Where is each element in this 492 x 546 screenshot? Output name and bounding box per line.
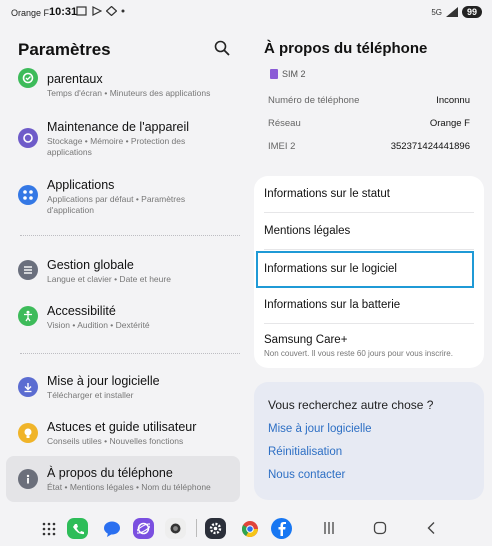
notification-icons (76, 6, 125, 16)
info-key: IMEI 2 (268, 141, 296, 152)
settings-item-title: Astuces et guide utilisateur (47, 420, 197, 434)
help-link-contact[interactable]: Nous contacter (268, 469, 345, 481)
internet-icon[interactable] (133, 518, 154, 539)
battery-indicator: 99 (461, 6, 482, 18)
help-link-software-update[interactable]: Mise à jour logicielle (268, 423, 372, 435)
help-card: Vous recherchez autre chose ? Mise à jou… (254, 382, 484, 500)
general-management-icon (18, 260, 38, 280)
menu-item-legal[interactable]: Mentions légales (264, 225, 474, 237)
info-row-phone-number: Numéro de téléphone Inconnu (268, 95, 470, 106)
settings-item-subtitle: Conseils utiles • Nouvelles fonctions (47, 436, 184, 446)
settings-item-title: Gestion globale (47, 258, 134, 272)
menu-item-battery-info[interactable]: Informations sur la batterie (264, 299, 474, 311)
chrome-icon[interactable] (239, 518, 260, 539)
settings-item-subtitle: Temps d'écran • Minuteurs des applicatio… (47, 88, 211, 98)
info-row-imei: IMEI 2 352371424441896 (268, 141, 470, 152)
menu-item-label: Samsung Care+ (264, 334, 348, 346)
settings-item-subtitle: Stockage • Mémoire • Protection des appl… (47, 136, 186, 157)
apps-icon (18, 185, 38, 205)
recent-apps-button[interactable] (322, 521, 336, 540)
settings-item-accessibility[interactable]: Accessibilité Vision • Audition • Dextér… (6, 300, 240, 334)
settings-item-title: Maintenance de l'appareil (47, 120, 190, 134)
section-divider (20, 235, 240, 236)
back-icon (427, 522, 435, 534)
section-divider (20, 353, 240, 354)
settings-item-subtitle: Télécharger et installer (47, 390, 134, 400)
search-button[interactable] (214, 40, 232, 58)
apps-grid-icon[interactable] (38, 518, 59, 539)
menu-separator (264, 249, 474, 250)
sim-card-icon (270, 69, 278, 79)
network-label: 5G (431, 7, 442, 17)
settings-item-about-phone[interactable]: À propos du téléphone État • Mentions lé… (6, 456, 240, 502)
menu-separator (264, 212, 474, 213)
more-dot-icon (121, 9, 125, 13)
settings-item-subtitle: Langue et clavier • Date et heure (47, 274, 171, 284)
menu-item-status[interactable]: Informations sur le statut (264, 188, 474, 200)
settings-item-title: Mise à jour logicielle (47, 374, 160, 388)
menu-item-samsung-care[interactable]: Samsung Care+ Non couvert. Il vous reste… (264, 334, 474, 358)
settings-item-parental[interactable]: parentaux Temps d'écran • Minuteurs des … (6, 64, 240, 104)
menu-item-subtitle: Non couvert. Il vous reste 60 jours pour… (264, 349, 453, 358)
phone-icon[interactable] (67, 518, 88, 539)
tips-icon (18, 423, 38, 443)
page-title: À propos du téléphone (264, 40, 428, 57)
info-row-network: Réseau Orange F (268, 118, 470, 129)
settings-icon[interactable] (205, 518, 226, 539)
camera-icon[interactable] (165, 518, 186, 539)
clock: 10:31 (49, 6, 78, 18)
settings-item-maintenance[interactable]: Maintenance de l'appareil Stockage • Mém… (6, 116, 240, 162)
settings-item-subtitle: État • Mentions légales • Nom du télépho… (47, 482, 211, 492)
facebook-icon[interactable] (271, 518, 292, 539)
settings-item-applications[interactable]: Applications Applications par défaut • P… (6, 174, 240, 220)
signal-icon (445, 7, 458, 17)
settings-item-subtitle: Vision • Audition • Dextérité (47, 320, 150, 330)
info-value: Orange F (429, 118, 470, 129)
messages-icon[interactable] (101, 518, 122, 539)
settings-item-title: parentaux (47, 72, 103, 86)
settings-item-title: À propos du téléphone (47, 466, 173, 480)
settings-item-title: Accessibilité (47, 304, 116, 318)
info-value: Inconnu (436, 95, 470, 106)
settings-title: Paramètres (18, 40, 111, 59)
play-icon (92, 6, 102, 16)
back-button[interactable] (425, 521, 439, 540)
parental-icon (18, 68, 38, 88)
search-icon (214, 40, 230, 56)
home-icon (373, 521, 387, 535)
maintenance-icon (18, 128, 38, 148)
settings-item-title: Applications (47, 178, 115, 192)
carrier-label: Orange F (11, 8, 50, 18)
info-value: 352371424441896 (390, 141, 470, 152)
settings-item-tips[interactable]: Astuces et guide utilisateur Conseils ut… (6, 416, 240, 450)
settings-item-general-management[interactable]: Gestion globale Langue et clavier • Date… (6, 254, 240, 288)
accessibility-icon (18, 306, 38, 326)
sim-label: SIM 2 (282, 69, 306, 79)
selection-highlight (256, 251, 474, 288)
navigation-bar (0, 515, 492, 546)
help-link-reset[interactable]: Réinitialisation (268, 446, 342, 458)
dock-separator (196, 519, 197, 537)
sync-icon (106, 6, 117, 16)
info-key: Numéro de téléphone (268, 95, 360, 106)
sim-indicator: SIM 2 (270, 69, 306, 79)
recent-apps-icon (324, 522, 334, 534)
software-update-icon (18, 377, 38, 397)
status-bar: Orange F 10:31 5G 99 (0, 0, 492, 26)
settings-item-subtitle: Applications par défaut • Paramètres d'a… (47, 194, 186, 215)
screenshot-icon (76, 6, 87, 16)
home-button[interactable] (373, 521, 387, 540)
menu-separator (264, 323, 474, 324)
about-phone-icon (18, 469, 38, 489)
settings-item-software-update[interactable]: Mise à jour logicielle Télécharger et in… (6, 370, 240, 404)
help-title: Vous recherchez autre chose ? (268, 398, 434, 412)
info-key: Réseau (268, 118, 301, 129)
